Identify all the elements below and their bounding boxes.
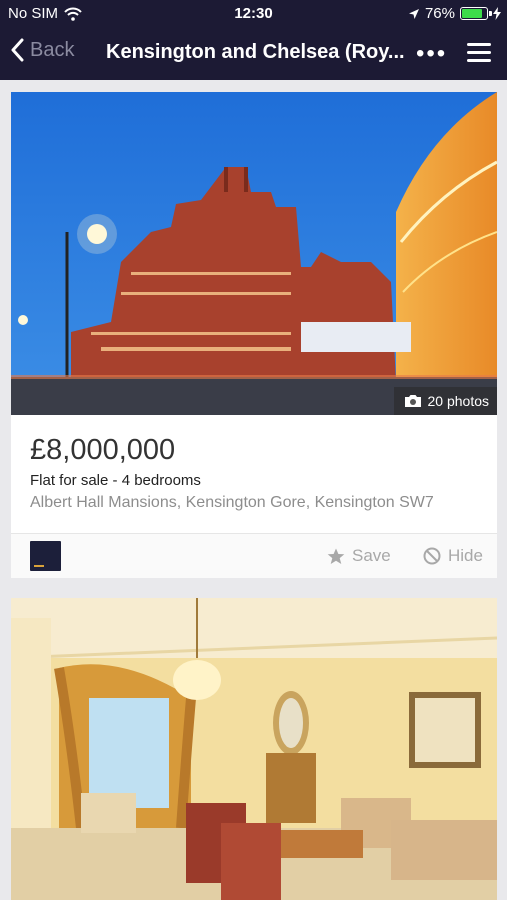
listing-description: Flat for sale - 4 bedrooms [30, 472, 201, 489]
save-button[interactable]: Save [327, 546, 391, 566]
status-bar: No SIM 12:30 76% [0, 0, 507, 28]
back-label: Back [30, 38, 75, 61]
charging-bolt-icon [493, 7, 501, 20]
card-footer: Save Hide [11, 534, 497, 578]
interior-photo [11, 598, 497, 900]
navigation-bar: Back Kensington and Chelsea (Roy... ••• [0, 28, 507, 80]
back-button[interactable]: Back [10, 38, 74, 62]
photo-count-label: 20 photos [427, 393, 490, 409]
chevron-left-icon [11, 38, 24, 62]
more-dots-icon[interactable]: ••• [416, 40, 447, 68]
building-photo [11, 92, 497, 415]
top-bar: No SIM 12:30 76% Back Kensington and Che… [0, 0, 507, 80]
listing-card[interactable] [11, 598, 497, 900]
hide-circle-slash-icon [423, 547, 441, 565]
hide-button[interactable]: Hide [423, 546, 483, 566]
battery-level-fill [462, 9, 482, 18]
hide-label: Hide [448, 546, 483, 565]
hamburger-menu-icon[interactable] [467, 43, 491, 63]
battery-percent: 76% [424, 5, 455, 22]
photo-count-badge[interactable]: 20 photos [393, 387, 497, 415]
agent-logo[interactable] [30, 541, 61, 571]
save-label: Save [352, 546, 391, 565]
battery-icon [460, 7, 492, 20]
status-right: 76% [408, 5, 501, 22]
listing-address: Albert Hall Mansions, Kensington Gore, K… [30, 494, 434, 511]
star-icon [327, 548, 345, 564]
listing-photo[interactable]: 20 photos [11, 92, 497, 415]
listing-photo[interactable] [11, 598, 497, 900]
camera-icon [404, 395, 421, 407]
listing-price: £8,000,000 [30, 434, 176, 466]
page-title: Kensington and Chelsea (Roy... [106, 41, 405, 63]
listing-card[interactable]: 20 photos £8,000,000 Flat for sale - 4 b… [11, 92, 497, 578]
location-arrow-icon [408, 8, 419, 19]
